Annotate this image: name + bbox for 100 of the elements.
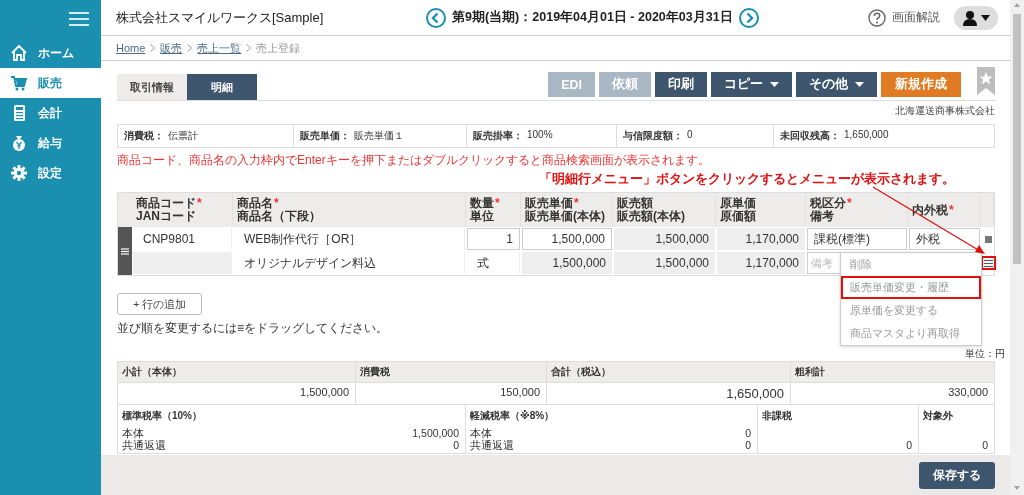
info-value: 1,650,000	[844, 129, 889, 142]
breadcrumb-current: 売上登録	[256, 40, 301, 56]
total-label: 合計（税込）	[547, 362, 791, 382]
tab[interactable]: 取引情報	[117, 74, 187, 100]
chevron-left-icon	[426, 7, 446, 28]
required-mark: *	[274, 197, 279, 210]
square-icon	[985, 235, 992, 243]
breakdown-value: 0	[745, 439, 751, 451]
settings-icon	[10, 164, 28, 182]
column-header: 備考	[810, 210, 834, 223]
save-button[interactable]: 保存する	[919, 461, 995, 489]
info-value: 100%	[527, 129, 553, 142]
person-icon	[962, 9, 978, 26]
column-header: 販売単価	[525, 197, 573, 210]
help-icon	[868, 8, 886, 27]
column-header: 原価額	[720, 210, 757, 223]
tax-type-field[interactable]: 課税(標準)	[807, 228, 907, 250]
column-header: 原単価	[720, 197, 756, 210]
user-menu-button[interactable]	[954, 5, 998, 30]
customer-name: 北海運送商事株式会社	[894, 104, 995, 118]
info-value: 販売単価１	[354, 129, 404, 143]
total-value: 1,500,000	[118, 382, 356, 404]
required-mark: *	[574, 197, 579, 210]
total-label: 小計（本体）	[118, 362, 356, 382]
sidebar-item[interactable]: 設定	[0, 158, 101, 188]
jan-code-field[interactable]	[133, 252, 232, 274]
column-header: 税区分	[810, 197, 846, 210]
chevron-right-icon	[738, 7, 759, 28]
name-cell[interactable]: オリジナルデザイン料込	[234, 252, 465, 274]
column-header: 販売額	[617, 197, 653, 210]
quantity-field[interactable]: 1	[467, 228, 520, 250]
home-icon	[10, 44, 28, 62]
column-header: JANコード	[136, 210, 197, 223]
name-cell[interactable]: WEB制作代行［OR］	[234, 228, 465, 250]
price-field: 1,500,000	[522, 252, 612, 274]
breakdown-label: 本体	[122, 427, 144, 439]
caret-icon	[855, 82, 864, 87]
total-label: 消費税	[356, 362, 547, 382]
info-value: 伝票計	[168, 129, 198, 143]
chevron-right-icon	[246, 44, 252, 52]
sidebar-item[interactable]: 会計	[0, 98, 101, 128]
column-header: 単位	[470, 210, 495, 223]
action-button[interactable]: 印刷	[655, 72, 707, 97]
tax-mode-field[interactable]: 外税	[909, 228, 980, 250]
column-header: 販売額(本体)	[617, 210, 686, 223]
sidebar-item[interactable]: ホーム	[0, 38, 101, 68]
cart-icon	[10, 74, 28, 92]
required-mark: *	[197, 197, 202, 210]
fiscal-period: 第9期(当期)：2019年04月01日 - 2020年03月31日	[452, 9, 733, 26]
cost-field: 1,170,000	[717, 252, 805, 274]
breakdown-label: 共通返還	[470, 439, 514, 451]
column-header: 販売単価(本体)	[525, 210, 606, 223]
price-field[interactable]: 1,500,000	[522, 228, 612, 250]
column-header: 数量	[470, 197, 494, 210]
tax-rate-title: 対象外	[923, 409, 954, 423]
total-value: 150,000	[356, 382, 547, 404]
drag-handle[interactable]	[118, 227, 132, 275]
add-row-button[interactable]: + 行の追加	[117, 293, 203, 315]
chevron-right-icon	[187, 44, 193, 52]
caret-icon	[981, 14, 990, 21]
code-cell[interactable]: CNP9801	[133, 228, 232, 250]
breakdown-label: 共通返還	[122, 439, 166, 451]
breakdown-value: 0	[745, 427, 751, 439]
amount-field: 1,500,000	[614, 228, 715, 250]
dropdown-button[interactable]: その他	[796, 72, 877, 97]
info-label: 販売単価：	[300, 129, 350, 143]
required-mark: *	[847, 197, 852, 210]
breakdown-value: 0	[906, 439, 912, 451]
breakdown-value: 0	[982, 439, 988, 451]
menu-icon	[984, 259, 993, 267]
breadcrumb-link[interactable]: Home	[116, 42, 146, 54]
cost-field: 1,170,000	[717, 228, 805, 250]
tab[interactable]: 明細	[187, 74, 257, 100]
unit-cell[interactable]: 式	[467, 252, 520, 274]
annotation-text: 「明細行メニュー」ボタンをクリックするとメニューが表示されます。	[539, 170, 955, 188]
total-value: 1,650,000	[547, 382, 791, 404]
unit-note: 単位：円	[965, 347, 1005, 361]
sidebar-item[interactable]: 販売	[0, 68, 101, 98]
info-label: 消費税：	[124, 129, 164, 143]
company-name: 株式会社スマイルワークス[Sample]	[116, 8, 325, 27]
drag-hint: 並び順を変更するには≡をドラッグしてください。	[117, 320, 388, 337]
column-header: 商品名（下段）	[237, 210, 322, 223]
dropdown-button[interactable]: コピー	[711, 72, 792, 97]
help-link[interactable]: 画面解説	[868, 8, 940, 27]
breakdown-value: 1,500,000	[412, 427, 459, 439]
breakdown-value: 0	[453, 439, 459, 451]
tax-rate-title: 非課税	[762, 409, 793, 423]
sidebar-item[interactable]: 給与	[0, 128, 101, 158]
tax-rate-title: 軽減税率（※8%）	[470, 409, 556, 423]
info-label: 与信限度額：	[623, 129, 683, 143]
grip-icon	[121, 247, 129, 255]
breadcrumb-link[interactable]: 販売	[160, 40, 183, 56]
caret-icon	[770, 82, 779, 87]
info-value: 0	[687, 129, 693, 142]
amount-field: 1,500,000	[614, 252, 715, 274]
column-header: 内外税	[912, 203, 948, 217]
tax-rate-title: 標準税率（10%）	[122, 409, 203, 423]
breakdown-label: 本体	[470, 427, 492, 439]
breadcrumb-link[interactable]: 売上一覧	[197, 40, 242, 56]
total-value: 330,000	[791, 382, 994, 404]
